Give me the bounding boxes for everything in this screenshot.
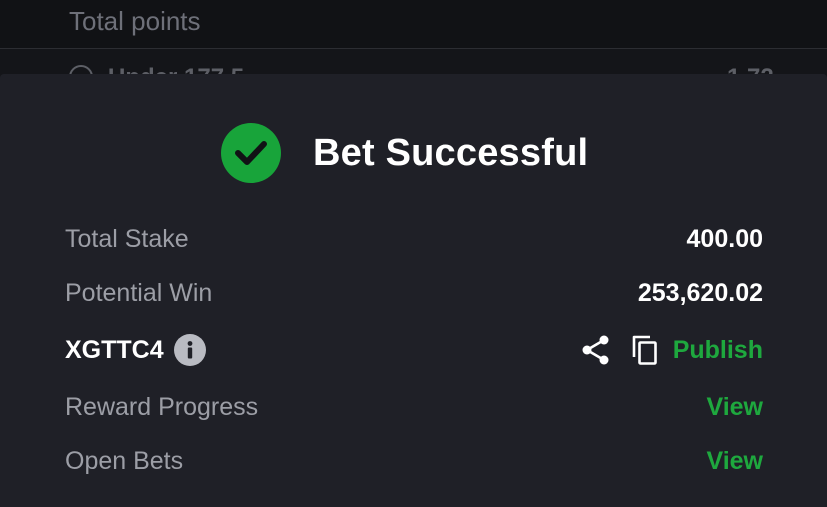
dialog-title: Bet Successful <box>313 131 589 174</box>
reward-progress-view-link[interactable]: View <box>706 393 763 422</box>
reward-progress-label: Reward Progress <box>65 392 259 421</box>
background-header: Total points <box>0 0 827 49</box>
total-points-label: Total points <box>69 6 201 36</box>
potential-win-value: 253,620.02 <box>637 278 763 307</box>
copy-icon[interactable] <box>631 334 659 366</box>
potential-win-label: Potential Win <box>65 278 213 307</box>
booking-code-actions: Publish <box>581 334 763 366</box>
potential-win-row: Potential Win 253,620.02 <box>65 273 763 313</box>
reward-progress-row: Reward Progress View <box>65 387 763 427</box>
total-stake-row: Total Stake 400.00 <box>65 219 763 259</box>
open-bets-view-link[interactable]: View <box>706 447 763 476</box>
booking-code-row: XGTTC4 Publish <box>65 330 763 370</box>
total-stake-label: Total Stake <box>65 224 189 253</box>
booking-code: XGTTC4 <box>65 335 164 364</box>
check-circle-icon <box>221 123 281 183</box>
booking-code-group: XGTTC4 <box>65 334 206 366</box>
bet-success-sheet: Bet Successful Total Stake 400.00 Potent… <box>0 74 827 507</box>
open-bets-label: Open Bets <box>65 446 184 475</box>
publish-button[interactable]: Publish <box>673 336 763 365</box>
total-stake-value: 400.00 <box>686 224 763 253</box>
success-header: Bet Successful <box>221 122 588 184</box>
share-icon[interactable] <box>581 334 611 366</box>
open-bets-row: Open Bets View <box>65 441 763 481</box>
info-icon[interactable] <box>173 334 206 366</box>
